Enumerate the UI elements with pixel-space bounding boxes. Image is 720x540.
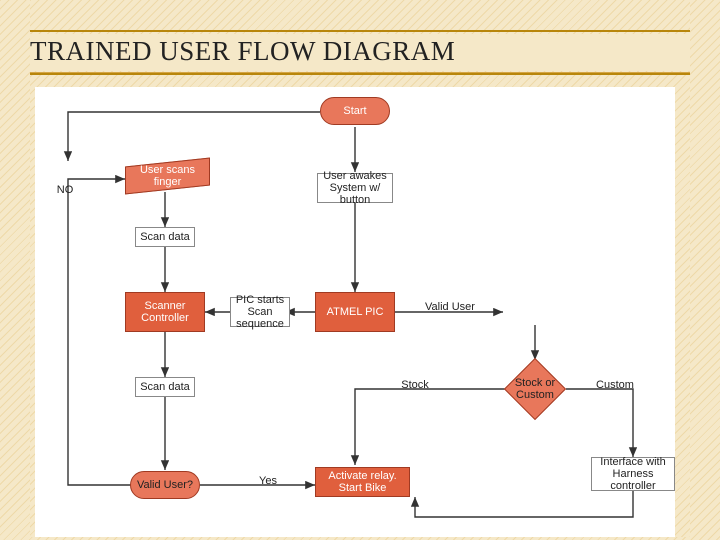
label-valid-user: Valid User	[420, 301, 480, 313]
label-stock: Stock	[395, 379, 435, 391]
title-rule: TRAINED USER FLOW DIAGRAM	[30, 30, 690, 75]
node-start: Start	[320, 97, 390, 125]
node-scan-data-bottom: Scan data	[135, 377, 195, 397]
slide-content: TRAINED USER FLOW DIAGRAM	[30, 0, 690, 537]
node-interface-harness: Interface with Harness controller	[591, 457, 675, 491]
node-atmel: ATMEL PIC	[315, 292, 395, 332]
node-scan-data-top: Scan data	[135, 227, 195, 247]
node-user-awakes: User awakes System w/ button	[317, 173, 393, 203]
node-scanner-controller: Scanner Controller	[125, 292, 205, 332]
label-yes: Yes	[253, 475, 283, 487]
label-custom: Custom	[590, 379, 640, 391]
node-pic-starts: PIC starts Scan sequence	[230, 297, 290, 327]
node-activate: Activate relay. Start Bike	[315, 467, 410, 497]
flow-diagram: Start User awakes System w/ button User …	[35, 87, 675, 537]
slide-title: TRAINED USER FLOW DIAGRAM	[30, 34, 690, 71]
node-valid-user-q: Valid User?	[130, 471, 200, 499]
label-no: NO	[50, 184, 80, 196]
